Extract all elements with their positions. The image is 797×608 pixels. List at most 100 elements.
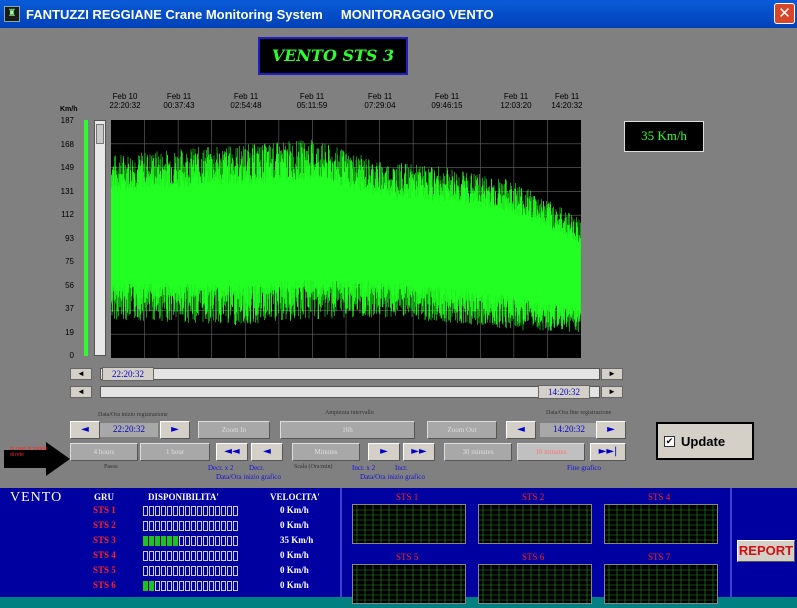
end-next-button[interactable]: ► xyxy=(596,421,626,439)
report-button[interactable]: REPORT xyxy=(737,540,795,562)
x-tick-date: Feb 11 xyxy=(434,92,460,101)
scroll-left-bottom-button[interactable]: ◄ xyxy=(70,386,92,398)
x-tick-label: Feb 10 22:20:32 xyxy=(95,92,155,110)
availability-segment xyxy=(149,551,154,561)
availability-segment xyxy=(203,581,208,591)
wind-chart-plot xyxy=(110,120,581,358)
mini-chart-grid xyxy=(605,505,717,543)
mini-chart-grid xyxy=(353,505,465,543)
increase-x2-button[interactable]: ►► xyxy=(403,443,435,461)
availability-segment xyxy=(155,506,160,516)
availability-segment xyxy=(203,551,208,561)
crane-speed: 0 Km/h xyxy=(280,520,309,530)
scroll-right-top-button[interactable]: ► xyxy=(601,368,623,380)
main-panel: VENTO STS 3 35 Km/h Feb 10 22:20:32 Feb 11… xyxy=(0,28,797,488)
close-button[interactable]: ✕ xyxy=(774,3,795,24)
availability-segment xyxy=(167,506,172,516)
scroll-right-bottom-button[interactable]: ► xyxy=(601,386,623,398)
update-checkbox[interactable]: ✔ xyxy=(664,435,675,447)
mini-chart-label: STS 6 xyxy=(522,552,545,562)
wind-chart-svg xyxy=(110,120,581,358)
availability-segment xyxy=(161,551,166,561)
zoom-out-button[interactable]: Zoom Out xyxy=(427,421,497,439)
crane-row: STS 5 0 Km/h xyxy=(0,565,340,580)
1-hour-button[interactable]: 1 hour xyxy=(140,443,210,461)
availability-segment xyxy=(143,521,148,531)
start-scroll-thumb[interactable]: 22:20:32 xyxy=(102,367,154,381)
availability-segment xyxy=(209,581,214,591)
decrease-button[interactable]: ◄ xyxy=(251,443,283,461)
x-tick-label: Feb 11 05:11:59 xyxy=(282,92,342,110)
availability-segment xyxy=(197,521,202,531)
update-toggle[interactable]: ✔ Update xyxy=(656,422,754,460)
10-minutes-button[interactable]: 10 minutes xyxy=(517,443,585,461)
y-tick-label: 0 xyxy=(69,351,74,360)
mini-chart[interactable] xyxy=(478,504,592,544)
crane-app-icon[interactable]: ♜ xyxy=(4,6,20,22)
end-of-chart-button[interactable]: ►►| xyxy=(590,443,626,461)
window-title: FANTUZZI REGGIANE Crane Monitoring Syste… xyxy=(26,6,494,22)
x-tick-time: 09:46:15 xyxy=(431,101,463,110)
availability-segment xyxy=(221,521,226,531)
start-next-button[interactable]: ► xyxy=(160,421,190,439)
availability-segment xyxy=(227,536,232,546)
end-scrollbar[interactable] xyxy=(100,386,600,398)
availability-segment xyxy=(197,506,202,516)
mini-chart-label: STS 7 xyxy=(648,552,671,562)
crane-speed: 35 Km/h xyxy=(280,535,314,545)
zoom-in-button[interactable]: Zoom In xyxy=(198,421,270,439)
mini-chart-label: STS 1 xyxy=(396,492,419,502)
availability-segment xyxy=(185,566,190,576)
availability-segment xyxy=(209,551,214,561)
availability-segment xyxy=(185,536,190,546)
end-prev-button[interactable]: ◄ xyxy=(506,421,536,439)
increase-x2-caption: Incr. x 2 xyxy=(352,464,376,472)
mini-chart[interactable] xyxy=(604,564,718,604)
minutes-button[interactable]: Minutes xyxy=(292,443,360,461)
separator xyxy=(730,488,732,597)
warning-text: In caso le cadute di rete xyxy=(10,446,48,458)
step-caption: Passo xyxy=(104,464,118,470)
end-scroll-thumb[interactable]: 14:20:32 xyxy=(538,385,590,399)
decrease-x2-button[interactable]: ◄◄ xyxy=(216,443,248,461)
availability-segment xyxy=(203,566,208,576)
mini-chart-grid xyxy=(479,505,591,543)
4-hours-button[interactable]: 4 hours xyxy=(70,443,138,461)
x-tick-label: Feb 11 07:29:04 xyxy=(350,92,410,110)
scroll-left-top-button[interactable]: ◄ xyxy=(70,368,92,380)
title-bar: ♜ FANTUZZI REGGIANE Crane Monitoring Sys… xyxy=(0,0,797,28)
x-tick-time: 00:37:43 xyxy=(163,101,195,110)
wind-speed-series xyxy=(110,139,581,333)
availability-segment xyxy=(161,536,166,546)
update-label: Update xyxy=(681,433,726,449)
x-tick-label: Feb 11 09:46:15 xyxy=(417,92,477,110)
availability-segment xyxy=(185,551,190,561)
availability-segment xyxy=(209,536,214,546)
availability-segment xyxy=(149,521,154,531)
availability-segment xyxy=(155,581,160,591)
increase-button[interactable]: ► xyxy=(368,443,400,461)
30-minutes-button[interactable]: 30 minutes xyxy=(444,443,512,461)
x-tick-time: 14:20:32 xyxy=(551,101,583,110)
mini-chart[interactable] xyxy=(604,504,718,544)
availability-segment xyxy=(191,551,196,561)
start-prev-button[interactable]: ◄ xyxy=(70,421,100,439)
mini-chart[interactable] xyxy=(352,564,466,604)
availability-segment xyxy=(179,551,184,561)
separator xyxy=(340,488,342,597)
start-scrollbar[interactable] xyxy=(100,368,600,380)
workstation-title: VENTO STS 3 xyxy=(258,37,408,75)
mini-chart[interactable] xyxy=(352,504,466,544)
availability-segment xyxy=(215,506,220,516)
availability-segment xyxy=(203,506,208,516)
availability-segment xyxy=(185,581,190,591)
scroll-thumb[interactable] xyxy=(96,124,104,144)
mini-chart[interactable] xyxy=(478,564,592,604)
availability-segment xyxy=(149,506,154,516)
availability-segment xyxy=(209,506,214,516)
availability-segment xyxy=(167,521,172,531)
vertical-scrollbar[interactable] xyxy=(94,120,106,356)
availability-segment xyxy=(173,566,178,576)
availability-header: DISPONIBILITA' xyxy=(148,492,219,502)
start-position-caption: Data/Ora inizio grafico xyxy=(216,473,281,481)
